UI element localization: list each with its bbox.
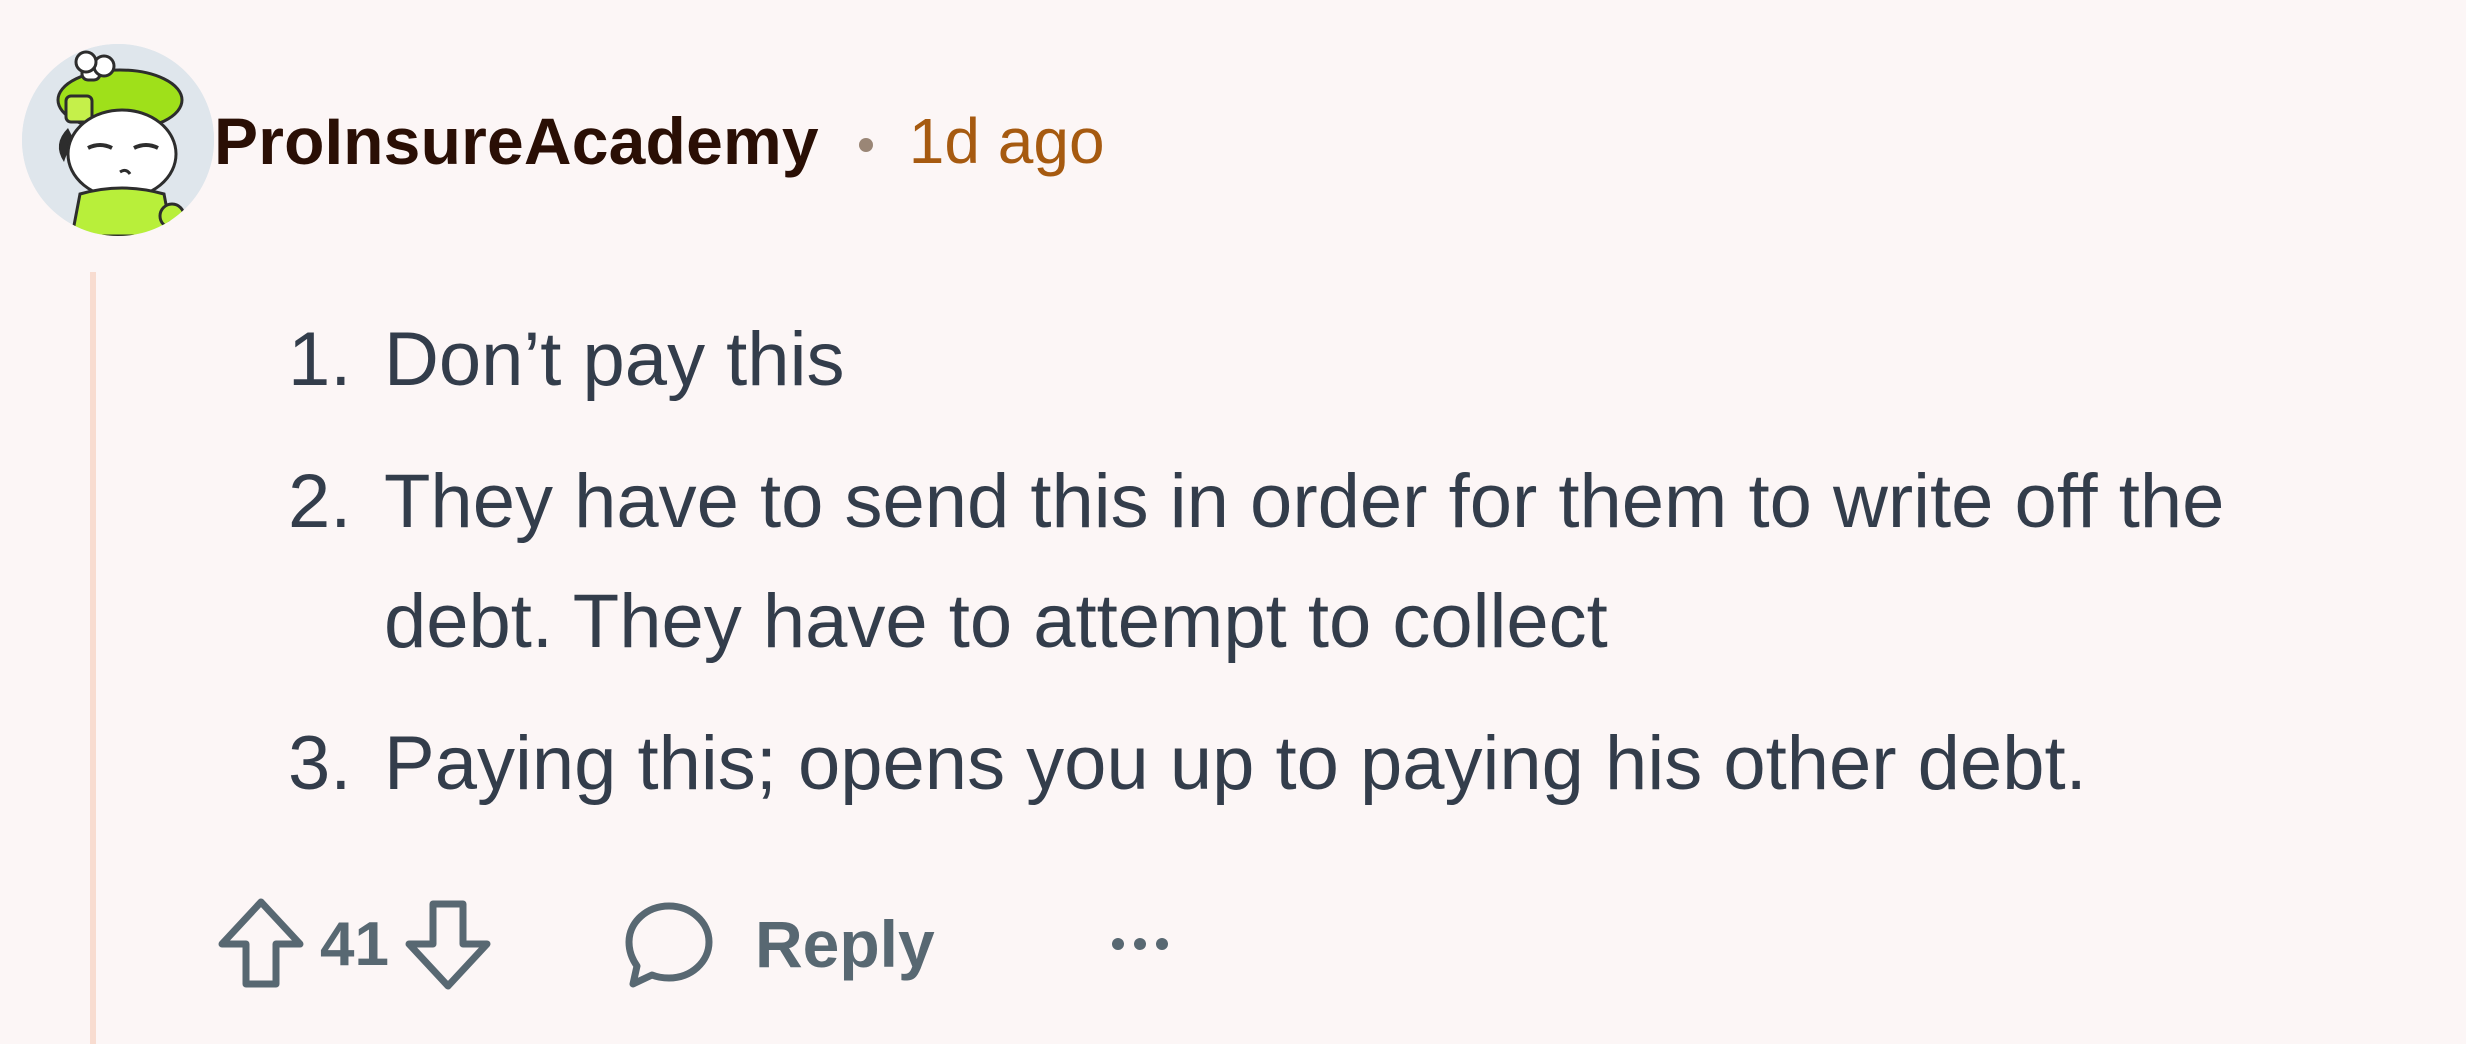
list-item: 3. Paying this; opens you up to paying h… [240, 704, 2390, 824]
comment-actions: 41 Reply [214, 890, 1185, 998]
list-item: 2. They have to send this in order for t… [240, 442, 2390, 682]
ellipsis-icon [1111, 938, 1168, 950]
arrow-up-outline-icon [218, 898, 304, 988]
speech-bubble-icon [625, 902, 713, 988]
list-item-text: Don’t pay this [384, 317, 845, 402]
list-item: 1. Don’t pay this [240, 300, 2390, 420]
vote-count: 41 [320, 909, 389, 979]
thread-line[interactable] [90, 272, 96, 1044]
separator-dot [858, 138, 873, 152]
comment-body: 1. Don’t pay this 2. They have to send t… [240, 300, 2390, 846]
user-avatar[interactable] [22, 44, 214, 236]
comment-header: ProInsureAcademy 1d ago [214, 98, 1105, 184]
upvote-button[interactable] [214, 890, 308, 998]
list-number: 2. [288, 459, 352, 544]
list-number: 1. [288, 317, 352, 402]
reply-label: Reply [754, 907, 935, 981]
comment: ProInsureAcademy 1d ago 1. Don’t pay thi… [0, 0, 2466, 1044]
downvote-button[interactable] [401, 890, 495, 998]
reply-button[interactable]: Reply [623, 898, 935, 990]
more-options-button[interactable] [1095, 899, 1185, 989]
list-number: 3. [288, 721, 352, 806]
timestamp[interactable]: 1d ago [909, 104, 1105, 178]
arrow-down-outline-icon [405, 900, 491, 990]
list-item-text: They have to send this in order for them… [384, 459, 2225, 664]
list-item-text: Paying this; opens you up to paying his … [384, 721, 2087, 806]
username-link[interactable]: ProInsureAcademy [214, 103, 819, 179]
